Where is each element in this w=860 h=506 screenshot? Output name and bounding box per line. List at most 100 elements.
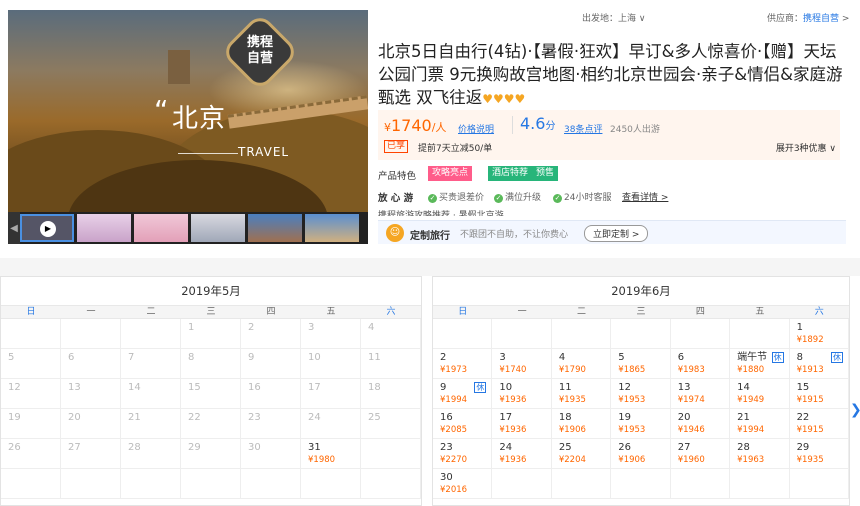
calendar-day: 25 xyxy=(361,409,421,439)
calendar-day: 10 xyxy=(301,349,361,379)
check-icon: ✓ xyxy=(553,194,562,203)
calendar-day[interactable]: 12 ¥1953 xyxy=(611,379,671,409)
calendar-day xyxy=(730,469,790,499)
expand-offers-button[interactable]: 展开3种优惠 ∨ xyxy=(776,141,836,154)
calendar-day[interactable]: 端午节 ¥1880 休 xyxy=(730,349,790,379)
day-number: 12 xyxy=(618,382,632,393)
weekday-header: 日 一 二 三 四 五 六 xyxy=(1,305,421,319)
calendar-day[interactable]: 10 ¥1936 xyxy=(492,379,552,409)
calendar-day[interactable]: 19 ¥1953 xyxy=(611,409,671,439)
supplier-info[interactable]: 供应商：携程自营 > xyxy=(767,11,849,24)
guarantee-item-text: 满位升级 xyxy=(505,193,542,203)
calendar-title: 2019年6月 xyxy=(611,284,671,298)
calendar-day: 15 xyxy=(181,379,241,409)
calendar-day[interactable]: 5 ¥1865 xyxy=(611,349,671,379)
reviews-link[interactable]: 38条点评 xyxy=(564,122,602,135)
calendar-day[interactable]: 13 ¥1974 xyxy=(670,379,731,409)
day-number: 10 xyxy=(308,352,321,363)
thumbnail[interactable] xyxy=(191,214,245,242)
calendar-day: 19 xyxy=(1,409,61,439)
calendar-day[interactable]: 30 ¥2016 xyxy=(433,469,493,499)
calendar-day[interactable]: 20 ¥1946 xyxy=(670,409,731,439)
calendar-day[interactable]: 23 ¥2270 xyxy=(433,439,493,469)
thumb-video[interactable]: ▶ xyxy=(20,214,74,242)
day-price: ¥1960 xyxy=(677,455,705,465)
calendar-day: 21 xyxy=(121,409,181,439)
calendar-day xyxy=(121,319,181,349)
price-explain-link[interactable]: 价格说明 xyxy=(458,122,494,135)
feature-tag-highlights[interactable]: 攻略亮点 xyxy=(428,166,473,181)
guarantee-detail-link[interactable]: 查看详情 > xyxy=(622,190,668,203)
day-number: 11 xyxy=(558,382,572,393)
thumbnail[interactable] xyxy=(134,214,188,242)
calendar-day[interactable]: 31 ¥1980 xyxy=(301,439,361,469)
custom-now-button[interactable]: 立即定制 > xyxy=(584,225,649,242)
thumb-prev-icon[interactable]: ◀ xyxy=(8,212,20,244)
next-month-icon[interactable]: ❯ xyxy=(850,402,860,424)
day-number: 21 xyxy=(128,412,141,423)
calendar-day[interactable]: 6 ¥1983 xyxy=(670,349,731,379)
weekday-label: 日 xyxy=(26,307,36,317)
day-number: 27 xyxy=(677,442,691,453)
departure-select[interactable]: 出发地：上海 ∨ xyxy=(582,11,645,24)
thumbnail[interactable] xyxy=(77,214,131,242)
calendar-day xyxy=(492,469,552,499)
calendar-day[interactable]: 1 ¥1892 xyxy=(789,319,849,349)
calendar-day[interactable]: 28 ¥1963 xyxy=(730,439,790,469)
calendar-day[interactable]: 17 ¥1936 xyxy=(492,409,552,439)
day-price: ¥1953 xyxy=(618,395,646,405)
calendar-day[interactable]: 26 ¥1906 xyxy=(611,439,671,469)
guarantee-item: ✓ 24小时客服 xyxy=(553,190,611,203)
thumbnail[interactable] xyxy=(248,214,302,242)
calendar-grid: 1 2 3 4 5 6 7 8 9 10 11 12 13 14 15 16 17 18 19 20 21 22 23 24 2… xyxy=(1,319,421,499)
weekday-label: 四 xyxy=(695,307,705,317)
calendar-day: 5 xyxy=(1,349,61,379)
day-price: ¥1936 xyxy=(499,425,527,435)
day-price: ¥1936 xyxy=(499,455,527,465)
day-number: 6 xyxy=(68,352,75,363)
calendar-day: 9 xyxy=(241,349,301,379)
calendar-day[interactable]: 25 ¥2204 xyxy=(551,439,612,469)
calendar-day[interactable]: 11 ¥1935 xyxy=(551,379,612,409)
calendar-day xyxy=(1,319,61,349)
feature-tag-hotel[interactable]: 酒店特荐 xyxy=(488,166,533,181)
calendar-day[interactable]: 4 ¥1790 xyxy=(551,349,612,379)
day-number: 3 xyxy=(499,352,506,363)
discount-desc: 提前7天立减50/单 xyxy=(418,144,493,154)
day-number: 28 xyxy=(737,442,750,453)
hero-city: 北京 xyxy=(172,104,227,134)
day-number: 19 xyxy=(618,412,632,423)
day-number: 21 xyxy=(737,412,750,423)
weekday-label: 三 xyxy=(206,307,216,317)
calendar-day[interactable]: 22 ¥1915 xyxy=(789,409,849,439)
day-number: 23 xyxy=(440,442,453,453)
day-number: 10 xyxy=(499,382,513,393)
calendar-day[interactable]: 8 ¥1913 休 xyxy=(789,349,849,379)
calendar-day[interactable]: 18 ¥1906 xyxy=(551,409,612,439)
day-price: ¥1915 xyxy=(796,395,824,405)
calendar-day[interactable]: 2 ¥1973 xyxy=(433,349,493,379)
calendar-day[interactable]: 27 ¥1960 xyxy=(670,439,731,469)
calendar-day[interactable]: 9 ¥1994 休 xyxy=(433,379,493,409)
day-number: 11 xyxy=(368,352,381,363)
hero-image[interactable]: 携程 自营 “ 北京 TRAVEL xyxy=(8,10,368,212)
divider xyxy=(512,116,513,134)
thumbnail[interactable] xyxy=(305,214,359,242)
chevron-right-icon: > xyxy=(841,14,850,24)
calendar-day[interactable]: 3 ¥1740 xyxy=(492,349,552,379)
calendar-day[interactable]: 15 ¥1915 xyxy=(789,379,849,409)
calendar-day[interactable]: 16 ¥2085 xyxy=(433,409,493,439)
calendar-day[interactable]: 29 ¥1935 xyxy=(789,439,849,469)
badge-line-2: 自营 xyxy=(246,51,273,66)
day-number: 26 xyxy=(618,442,632,453)
calendar-day[interactable]: 24 ¥1936 xyxy=(492,439,552,469)
calendar-day: 20 xyxy=(61,409,121,439)
calendar-day xyxy=(121,469,181,499)
calendar-day[interactable]: 14 ¥1949 xyxy=(730,379,790,409)
day-price: ¥1790 xyxy=(558,365,586,375)
feature-tag-presale[interactable]: 预售 xyxy=(532,166,559,181)
calendar-day xyxy=(181,469,241,499)
calendar-day[interactable]: 21 ¥1994 xyxy=(730,409,790,439)
custom-travel-desc: 不跟团不自助，不让你费心 xyxy=(460,230,569,240)
scrolling-notice: 携程旅游攻略推荐 · 暑假北京游 …… xyxy=(378,211,525,216)
